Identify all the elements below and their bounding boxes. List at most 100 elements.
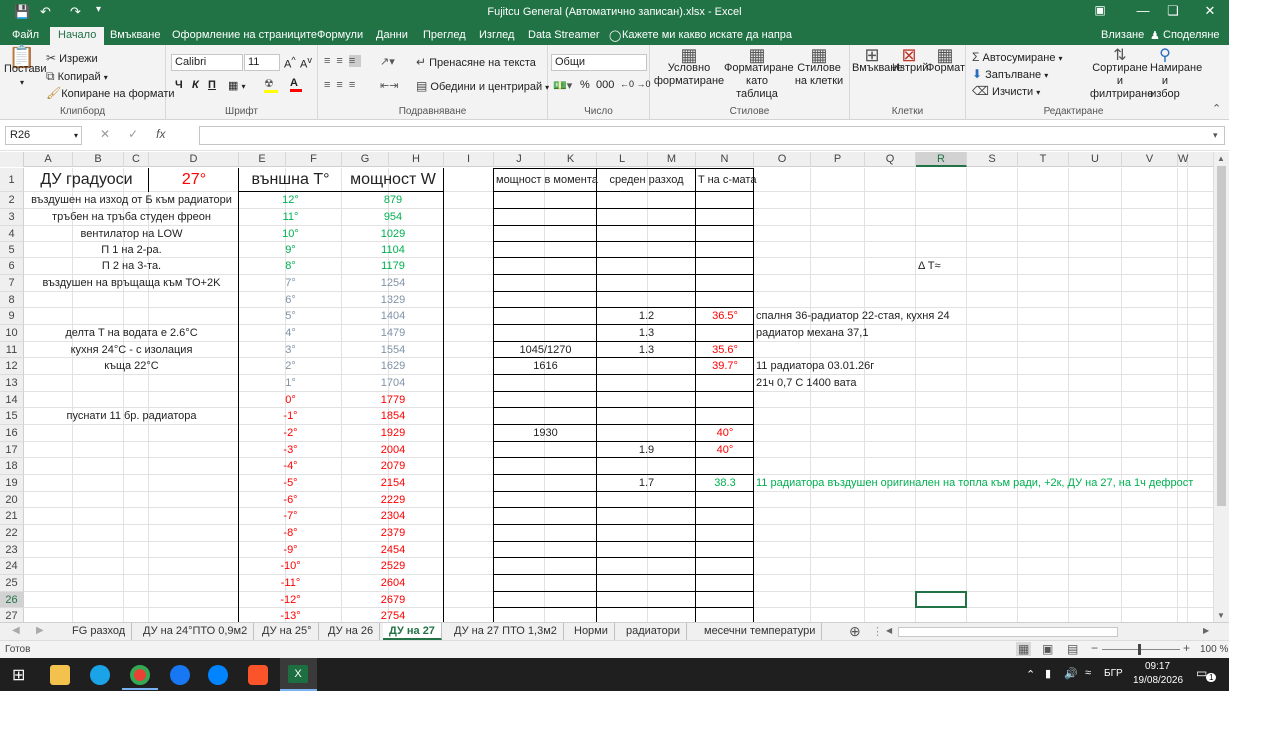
currency-icon[interactable]: 💵▾ [553, 79, 572, 92]
row-header[interactable]: 24 [0, 558, 24, 575]
maximize-button[interactable]: ❏ [1158, 3, 1188, 19]
cell-l10[interactable]: 1.3 [597, 325, 696, 342]
outside-temp-cell[interactable]: 8° [239, 258, 342, 275]
outside-temp-cell[interactable]: -12° [239, 592, 342, 608]
cell-o9[interactable]: спалня 36-радиатор 22-стая, кухня 24 [754, 308, 950, 325]
cell-n19[interactable]: 38.3 [696, 475, 754, 492]
column-header[interactable]: P [811, 152, 865, 167]
brave-icon[interactable] [248, 665, 268, 685]
outside-temp-cell[interactable]: -6° [239, 492, 342, 508]
font-name-dropdown[interactable]: Calibri [171, 54, 243, 71]
row-header[interactable]: 10 [0, 325, 24, 342]
outside-temp-cell[interactable]: -9° [239, 542, 342, 558]
row-header[interactable]: 19 [0, 475, 24, 492]
power-cell[interactable]: 1179 [342, 258, 444, 275]
cell-j1[interactable]: мощност в момента [494, 168, 598, 192]
row-header[interactable]: 9 [0, 308, 24, 325]
power-cell[interactable]: 2754 [342, 608, 444, 622]
cell-a10[interactable]: делта T на водата е 2.6°C [24, 325, 239, 342]
messenger-icon[interactable] [208, 665, 228, 685]
outside-temp-cell[interactable]: -5° [239, 475, 342, 492]
cell-l11[interactable]: 1.3 [597, 342, 696, 358]
sort-filter-button[interactable]: ⇅ Сортиране и филтриране [1090, 48, 1153, 101]
tab-data-streamer[interactable]: Data Streamer [528, 29, 600, 41]
cell-o10[interactable]: радиатор механа 37,1 [754, 325, 868, 342]
outside-temp-cell[interactable]: -3° [239, 442, 342, 458]
horizontal-scroll-thumb[interactable] [898, 627, 1118, 637]
cell-l1[interactable]: среден разход [597, 168, 696, 192]
font-color-icon[interactable]: A [290, 77, 302, 92]
wifi-icon[interactable]: ≈ [1085, 667, 1091, 679]
outside-temp-cell[interactable]: -2° [239, 425, 342, 442]
outside-temp-cell[interactable]: -13° [239, 608, 342, 622]
row-header[interactable]: 17 [0, 442, 24, 458]
outside-temp-cell[interactable]: 10° [239, 226, 342, 242]
power-cell[interactable]: 1629 [342, 358, 444, 375]
normal-view-icon[interactable]: ▦ [1016, 642, 1032, 656]
row-header[interactable]: 20 [0, 492, 24, 508]
outside-temp-cell[interactable]: 3° [239, 342, 342, 358]
outside-temp-cell[interactable]: -11° [239, 575, 342, 592]
power-cell[interactable]: 1479 [342, 325, 444, 342]
expand-formula-icon[interactable]: ▾ [1213, 130, 1218, 141]
column-header[interactable]: R [916, 152, 967, 167]
zoom-level[interactable]: 100 % [1200, 644, 1228, 655]
sheet-tab[interactable]: ДУ на 27 [383, 623, 442, 640]
row-header[interactable]: 21 [0, 508, 24, 525]
tab-insert[interactable]: Вмъкване [110, 29, 161, 41]
find-select-button[interactable]: ⚲ Намиране и избор [1150, 48, 1202, 101]
row-header[interactable]: 22 [0, 525, 24, 542]
delete-cells-button[interactable]: ⊠ Изтрий [892, 46, 928, 75]
underline-button[interactable]: П [208, 79, 216, 91]
power-cell[interactable]: 1854 [342, 408, 444, 425]
cell-e1[interactable]: външна T° [239, 168, 342, 192]
cell-a7[interactable]: въздушен на връщаща към TO+2K [24, 275, 239, 292]
clock-time[interactable]: 09:17 [1145, 661, 1170, 672]
prev-sheet-icon[interactable]: ◀ [12, 625, 20, 636]
power-cell[interactable]: 2079 [342, 458, 444, 475]
row-header[interactable]: 26 [0, 592, 24, 608]
cell-a4[interactable]: вентилатор на LOW [24, 226, 239, 242]
orientation-icon[interactable]: ↗▾ [380, 55, 395, 68]
column-header[interactable]: Q [865, 152, 916, 167]
format-as-table-button[interactable]: ▦ Форматиране като таблица [724, 46, 794, 101]
row-header[interactable]: 2 [0, 192, 24, 209]
sheet-tab[interactable]: FG разход [66, 623, 133, 640]
cell-a15[interactable]: пуснати 11 бр. радиатора [24, 408, 239, 425]
selected-cell[interactable] [915, 591, 967, 608]
minimize-button[interactable]: — [1128, 3, 1158, 18]
column-header[interactable]: L [597, 152, 648, 167]
conditional-format-button[interactable]: ▦ Условно форматиране [653, 46, 725, 88]
row-header[interactable]: 14 [0, 392, 24, 408]
clear-button[interactable]: ⌫ Изчисти ▾ [972, 84, 1040, 98]
hscroll-left-icon[interactable]: ◀ [886, 626, 892, 635]
clock-date[interactable]: 19/08/2026 [1133, 675, 1183, 686]
cell-n1[interactable]: T на с-мата [696, 168, 756, 192]
paste-button[interactable]: 📋 Постави ▾ [4, 46, 47, 89]
battery-icon[interactable]: ▮ [1045, 667, 1051, 680]
chevron-up-icon[interactable]: ⌃ [1026, 668, 1035, 681]
cell-n12[interactable]: 39.7° [696, 358, 754, 375]
scroll-thumb[interactable] [1217, 166, 1226, 506]
cell-l17[interactable]: 1.9 [597, 442, 696, 458]
power-cell[interactable]: 2004 [342, 442, 444, 458]
cell-l9[interactable]: 1.2 [597, 308, 696, 325]
fill-color-icon[interactable]: ☢ [264, 77, 278, 93]
cell-a5[interactable]: П 1 на 2-ра. [24, 242, 239, 258]
cell-n11[interactable]: 35.6° [696, 342, 754, 358]
cancel-icon[interactable]: ✕ [100, 127, 128, 141]
sheet-tab[interactable]: месечни температури [698, 623, 823, 640]
power-cell[interactable]: 1029 [342, 226, 444, 242]
row-header[interactable]: 7 [0, 275, 24, 292]
number-format-dropdown[interactable]: Общи [551, 54, 647, 71]
sheet-tab[interactable]: ДУ на 26 [322, 623, 381, 640]
zoom-slider[interactable] [1102, 649, 1180, 650]
scroll-down-icon[interactable]: ▼ [1217, 611, 1225, 620]
file-explorer-icon[interactable] [50, 665, 70, 685]
bold-button[interactable]: Ч [175, 79, 183, 91]
outside-temp-cell[interactable]: 1° [239, 375, 342, 392]
row-header[interactable]: 12 [0, 358, 24, 375]
power-cell[interactable]: 1704 [342, 375, 444, 392]
sign-in-link[interactable]: Влизане [1101, 29, 1144, 41]
volume-icon[interactable]: 🔊 [1064, 667, 1078, 680]
